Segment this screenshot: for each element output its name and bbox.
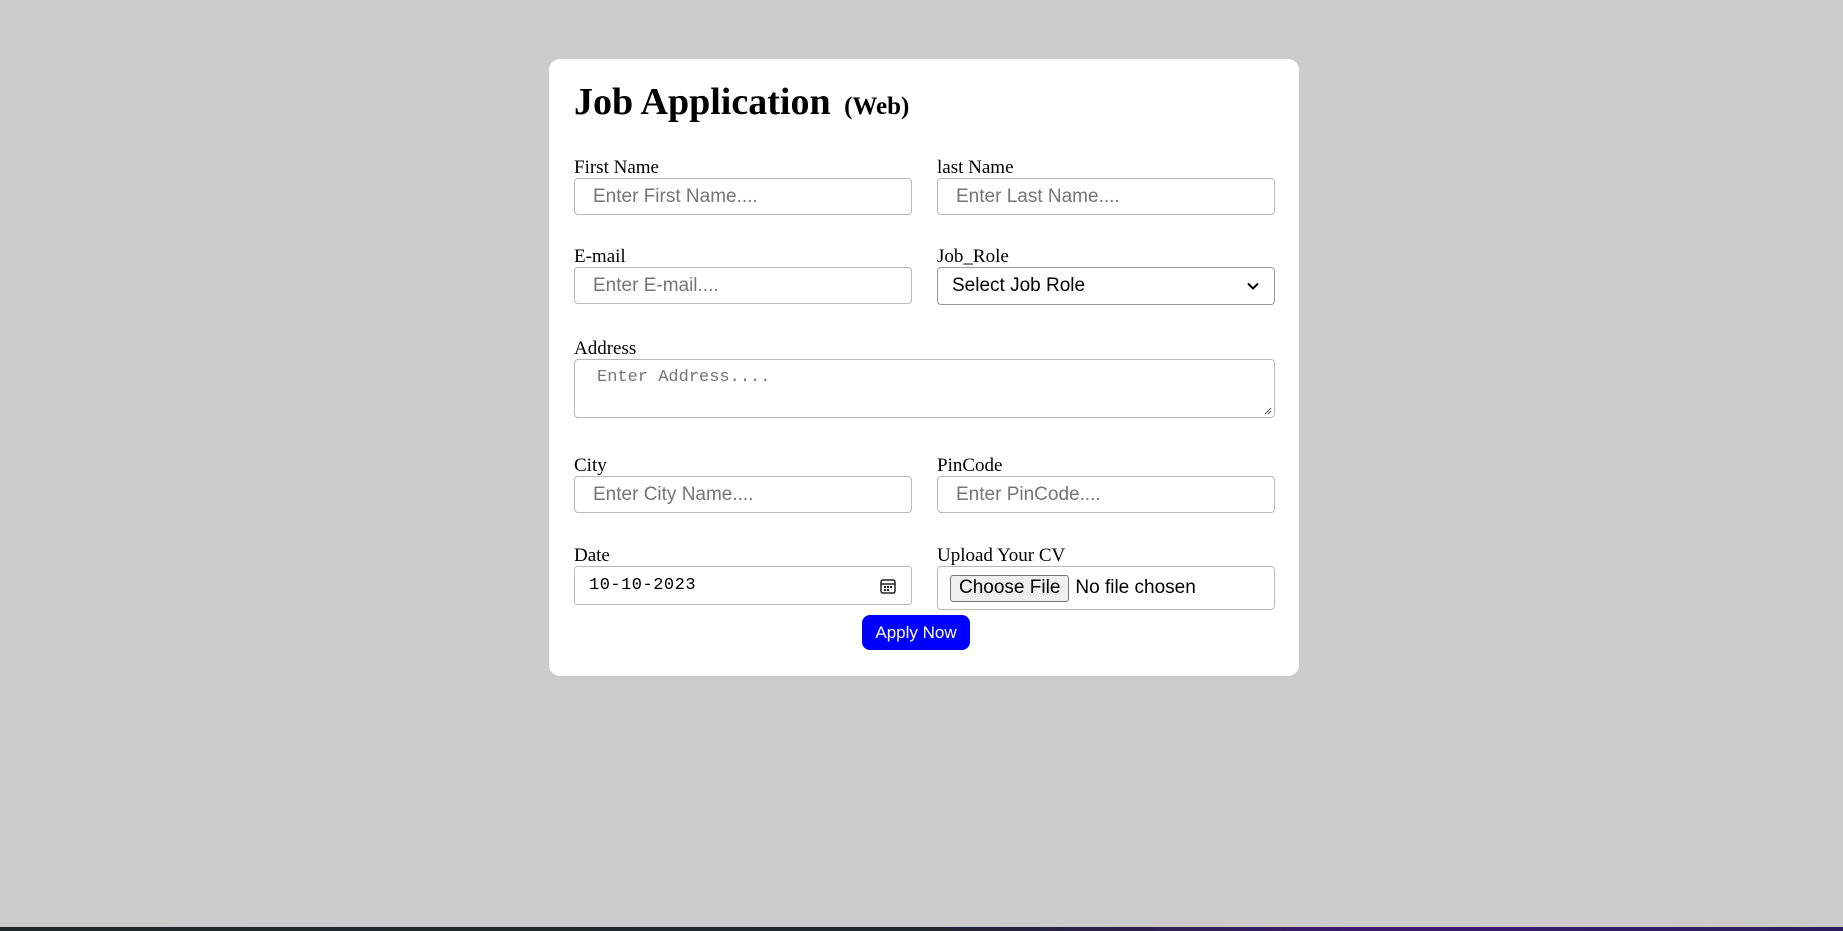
city-input[interactable] bbox=[574, 476, 912, 513]
page: Job Application (Web) First Name last Na… bbox=[0, 0, 1843, 931]
address-label: Address bbox=[574, 338, 637, 359]
pincode-input[interactable] bbox=[937, 476, 1275, 513]
city-label: City bbox=[574, 455, 607, 476]
application-card: Job Application (Web) First Name last Na… bbox=[549, 59, 1299, 676]
file-status: No file chosen bbox=[1075, 577, 1196, 598]
last-name-input[interactable] bbox=[937, 178, 1275, 215]
email-input[interactable] bbox=[574, 267, 912, 304]
email-label: E-mail bbox=[574, 246, 626, 267]
taskbar-edge bbox=[0, 927, 1843, 931]
job-role-selected: Select Job Role bbox=[952, 275, 1086, 296]
chevron-down-icon bbox=[1247, 282, 1259, 290]
date-input[interactable]: 10-10-2023 bbox=[574, 566, 912, 605]
apply-now-button[interactable]: Apply Now bbox=[862, 615, 970, 650]
cv-file-input[interactable]: Choose File No file chosen bbox=[937, 566, 1275, 610]
last-name-label: last Name bbox=[937, 157, 1014, 178]
pincode-label: PinCode bbox=[937, 455, 1003, 476]
page-title: Job Application (Web) bbox=[574, 83, 909, 121]
title-subtitle: (Web) bbox=[844, 93, 910, 120]
title-text: Job Application bbox=[574, 81, 831, 123]
calendar-icon[interactable] bbox=[879, 577, 897, 595]
resize-grip-icon[interactable] bbox=[1262, 405, 1272, 415]
job-role-select[interactable]: Select Job Role bbox=[937, 267, 1275, 305]
choose-file-button[interactable]: Choose File bbox=[950, 574, 1070, 602]
address-textarea[interactable] bbox=[574, 359, 1275, 418]
job-role-label: Job_Role bbox=[937, 246, 1009, 267]
first-name-label: First Name bbox=[574, 157, 659, 178]
date-value: 10-10-2023 bbox=[589, 576, 697, 595]
cv-label: Upload Your CV bbox=[937, 545, 1066, 566]
first-name-input[interactable] bbox=[574, 178, 912, 215]
date-label: Date bbox=[574, 545, 610, 566]
